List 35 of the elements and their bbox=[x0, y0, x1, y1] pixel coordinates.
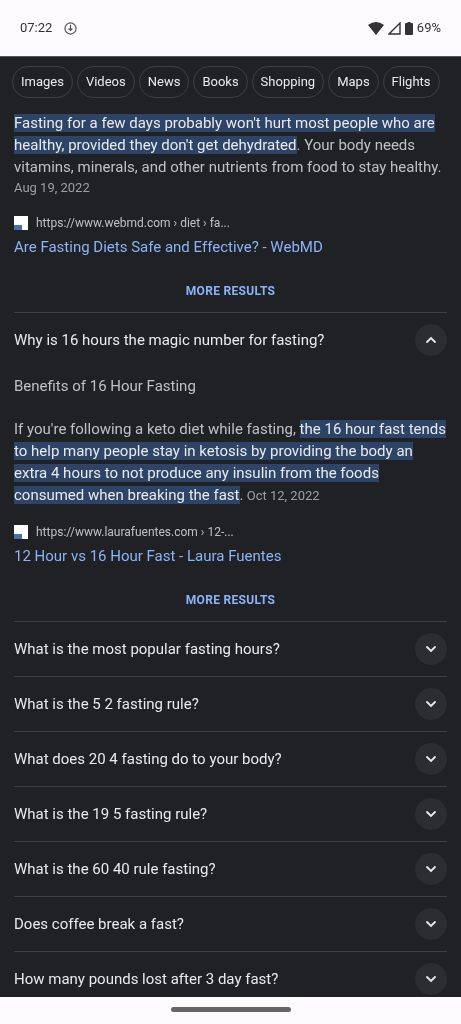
expand-button[interactable] bbox=[415, 743, 447, 775]
wifi-icon bbox=[367, 21, 384, 35]
more-results-button[interactable]: MORE RESULTS bbox=[185, 282, 276, 300]
result-url: https://www.webmd.com › diet › fa... bbox=[36, 214, 230, 232]
site-favicon-icon bbox=[14, 215, 28, 230]
signal-icon bbox=[387, 21, 401, 35]
expand-button[interactable] bbox=[415, 853, 447, 885]
site-favicon-icon bbox=[14, 524, 28, 539]
result-link[interactable]: Are Fasting Diets Safe and Effective? - WebMD bbox=[14, 235, 323, 258]
collapse-button[interactable] bbox=[415, 324, 447, 356]
battery-percentage: 69% bbox=[416, 19, 441, 38]
expand-button[interactable] bbox=[415, 963, 447, 995]
answer-snippet: Fasting for a few days probably won't hurt most people who are healthy, provided they don't get dehydrated. Your body needs vitamins, minerals, and other nutrients from food to stay healthy. bbox=[14, 113, 443, 178]
question-text[interactable]: What is the 5 2 fasting rule? bbox=[14, 692, 199, 716]
expand-button[interactable] bbox=[415, 688, 447, 720]
result-link[interactable]: 12 Hour vs 16 Hour Fast - Laura Fuentes bbox=[14, 544, 282, 567]
expand-button[interactable] bbox=[415, 633, 447, 665]
result-url: https://www.laurafuentes.com › 12-... bbox=[36, 523, 234, 541]
question-text[interactable]: How many pounds lost after 3 day fast? bbox=[14, 967, 279, 991]
question-text[interactable]: What is the 60 40 rule fasting? bbox=[14, 857, 216, 881]
question-text[interactable]: Does coffee break a fast? bbox=[14, 912, 184, 936]
answer-snippet: If you're following a keto diet while fasting, the 16 hour fast tends to help many people stay in ketosis by providing the body an extra 4 hours to not produce any insulin from the foods consumed when breaking the fast. Oct 12, 2022 bbox=[14, 418, 447, 506]
download-icon bbox=[64, 21, 78, 35]
battery-icon bbox=[404, 21, 413, 35]
question-text[interactable]: Why is 16 hours the magic number for fasting? bbox=[14, 328, 325, 352]
status-time: 07:22 bbox=[20, 19, 53, 38]
question-text[interactable]: What is the 19 5 fasting rule? bbox=[14, 802, 208, 826]
expand-button[interactable] bbox=[415, 908, 447, 940]
answer-date: Aug 19, 2022 bbox=[14, 179, 90, 197]
home-handle[interactable] bbox=[170, 1007, 291, 1012]
question-text[interactable]: What is the most popular fasting hours? bbox=[14, 637, 280, 661]
question-text[interactable]: What does 20 4 fasting do to your body? bbox=[14, 747, 282, 771]
more-results-button[interactable]: MORE RESULTS bbox=[185, 591, 276, 609]
expand-button[interactable] bbox=[415, 798, 447, 830]
answer-heading: Benefits of 16 Hour Fasting bbox=[14, 376, 197, 397]
